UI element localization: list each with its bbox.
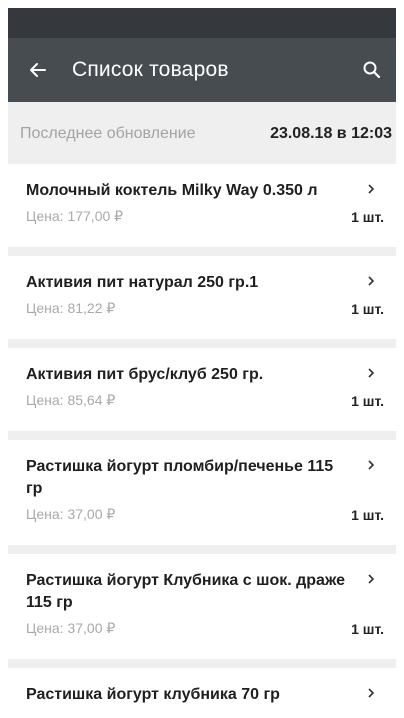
chevron-right-icon bbox=[364, 686, 378, 700]
product-quantity: 1 шт. bbox=[351, 620, 384, 637]
product-list: Молочный коктель Milky Way 0.350 л Цена:… bbox=[8, 164, 396, 718]
product-item[interactable]: Активия пит натурал 250 гр.1 Цена: 81,22… bbox=[8, 256, 396, 339]
product-item[interactable]: Растишка йогурт Клубника с шок. драже 11… bbox=[8, 554, 396, 659]
status-bar bbox=[8, 8, 396, 38]
last-update-row: Последнее обновление 23.08.18 в 12:03 bbox=[8, 104, 396, 164]
search-icon bbox=[363, 61, 381, 79]
chevron-right-icon bbox=[364, 572, 378, 586]
product-quantity: 1 шт. bbox=[351, 208, 384, 225]
app-bar: Список товаров bbox=[8, 38, 396, 102]
product-name: Активия пит брус/клуб 250 гр. bbox=[26, 366, 264, 383]
product-price: Цена: 37,00 ₽ bbox=[26, 620, 116, 636]
search-button[interactable] bbox=[352, 50, 392, 90]
page-title: Список товаров bbox=[72, 58, 229, 81]
product-name: Растишка йогурт клубника 70 гр bbox=[26, 686, 280, 703]
product-quantity: 1 шт. bbox=[351, 392, 384, 409]
product-price: Цена: 81,22 ₽ bbox=[26, 300, 116, 316]
product-quantity: 1 шт. bbox=[351, 300, 384, 317]
last-update-value: 23.08.18 в 12:03 bbox=[270, 125, 392, 142]
product-name: Активия пит натурал 250 гр.1 bbox=[26, 274, 259, 291]
arrow-left-icon bbox=[30, 63, 46, 77]
product-name: Молочный коктель Milky Way 0.350 л bbox=[26, 182, 318, 199]
product-quantity: 1 шт. bbox=[351, 506, 384, 523]
product-meta: Цена: 37,00 ₽ 1 шт. bbox=[26, 506, 384, 545]
product-item[interactable]: Растишка йогурт пломбир/печенье 115 гр Ц… bbox=[8, 440, 396, 545]
product-meta bbox=[26, 712, 384, 718]
chevron-right-icon bbox=[364, 458, 378, 472]
back-button[interactable] bbox=[18, 50, 58, 90]
chevron-right-icon bbox=[364, 366, 378, 380]
last-update-label: Последнее обновление bbox=[20, 125, 196, 142]
product-price: Цена: 177,00 ₽ bbox=[26, 208, 124, 224]
product-item[interactable]: Молочный коктель Milky Way 0.350 л Цена:… bbox=[8, 164, 396, 247]
product-price: Цена: 85,64 ₽ bbox=[26, 392, 116, 408]
chevron-right-icon bbox=[364, 182, 378, 196]
product-name: Растишка йогурт пломбир/печенье 115 гр bbox=[26, 458, 334, 497]
product-item[interactable]: Растишка йогурт клубника 70 гр bbox=[8, 668, 396, 718]
product-meta: Цена: 177,00 ₽ 1 шт. bbox=[26, 208, 384, 247]
chevron-right-icon bbox=[364, 274, 378, 288]
phone-screen: Список товаров Последнее обновление 23.0… bbox=[8, 8, 396, 718]
product-name: Растишка йогурт Клубника с шок. драже 11… bbox=[26, 572, 345, 611]
product-meta: Цена: 37,00 ₽ 1 шт. bbox=[26, 620, 384, 659]
product-meta: Цена: 85,64 ₽ 1 шт. bbox=[26, 392, 384, 431]
product-price: Цена: 37,00 ₽ bbox=[26, 506, 116, 522]
product-meta: Цена: 81,22 ₽ 1 шт. bbox=[26, 300, 384, 339]
product-item[interactable]: Активия пит брус/клуб 250 гр. Цена: 85,6… bbox=[8, 348, 396, 431]
